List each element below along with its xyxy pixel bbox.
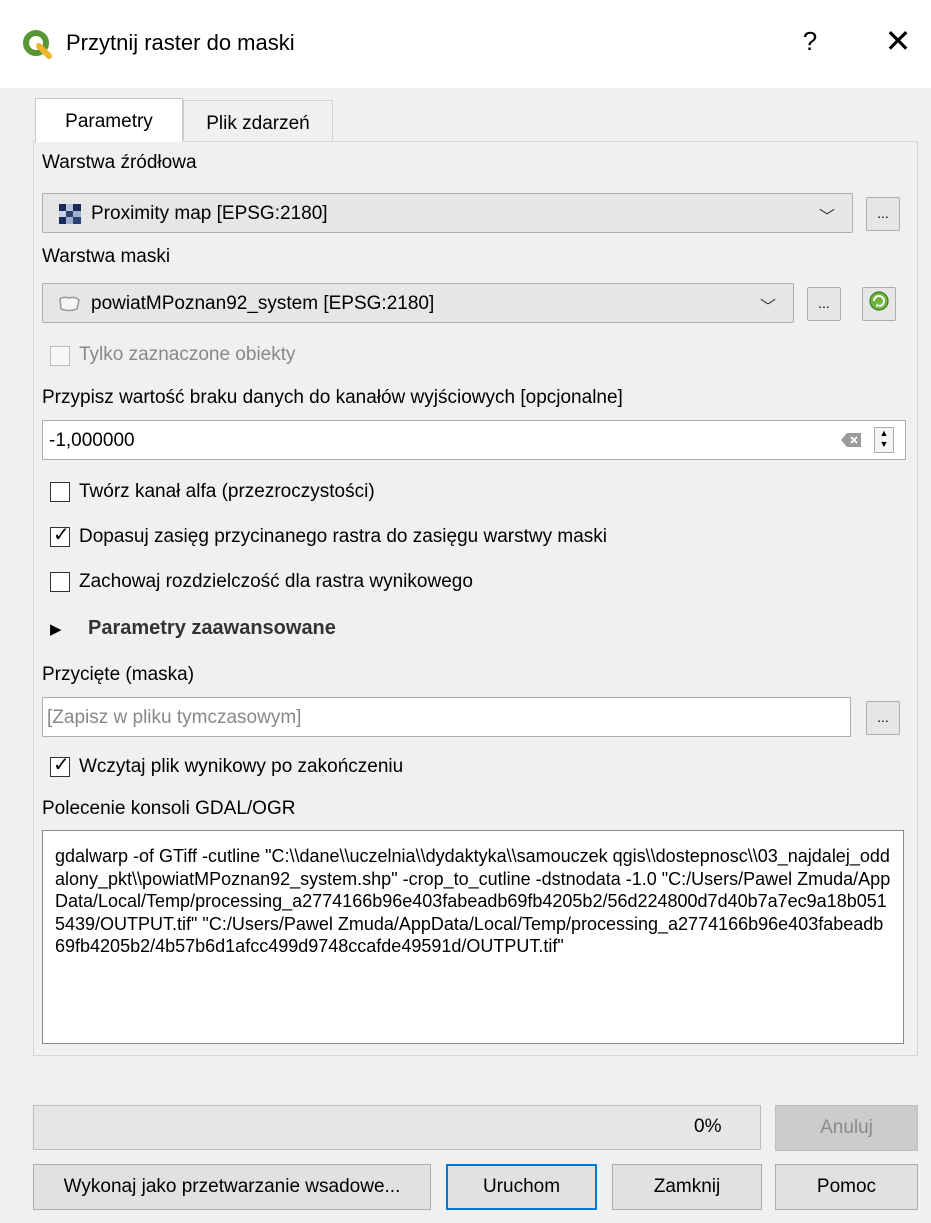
batch-process-button[interactable]: Wykonaj jako przetwarzanie wsadowe... — [33, 1164, 431, 1210]
raster-layer-icon — [59, 204, 81, 224]
expand-triangle-icon[interactable]: ▶ — [50, 620, 62, 638]
clear-value-icon[interactable] — [841, 433, 861, 447]
crop-to-cutline-checkbox[interactable]: ✓ — [50, 524, 70, 547]
help-button[interactable]: Pomoc — [775, 1164, 918, 1210]
open-output-label: Wczytaj plik wynikowy po zakończeniu — [79, 756, 404, 777]
progress-bar — [33, 1105, 761, 1150]
tab-parametry[interactable]: Parametry — [35, 98, 183, 142]
help-title-button[interactable]: ? — [790, 26, 830, 57]
close-window-button[interactable]: ✕ — [875, 22, 921, 60]
close-button[interactable]: Zamknij — [612, 1164, 762, 1210]
selected-only-checkbox[interactable] — [50, 346, 70, 366]
keep-resolution-label: Zachowaj rozdzielczość dla rastra wyniko… — [79, 571, 473, 592]
output-path-input[interactable]: [Zapisz w pliku tymczasowym] — [42, 697, 851, 737]
console-label: Polecenie konsoli GDAL/OGR — [42, 798, 296, 819]
nodata-label: Przypisz wartość braku danych do kanałów… — [42, 387, 623, 408]
mask-layer-combo[interactable]: powiatMPoznan92_system [EPSG:2180] ﹀ — [42, 283, 794, 323]
mask-layer-browse-button[interactable]: ... — [807, 287, 841, 321]
gdal-command-textarea[interactable]: gdalwarp -of GTiff -cutline "C:\\dane\\u… — [42, 830, 904, 1044]
nodata-value: -1,000000 — [49, 430, 135, 451]
output-label: Przycięte (maska) — [42, 664, 195, 685]
source-layer-value: Proximity map [EPSG:2180] — [91, 203, 328, 224]
chevron-down-icon: ﹀ — [819, 209, 836, 226]
keep-resolution-checkbox[interactable] — [50, 572, 70, 592]
tab-plik-zdarzen[interactable]: Plik zdarzeń — [183, 100, 333, 140]
source-layer-combo[interactable]: Proximity map [EPSG:2180] ﹀ — [42, 193, 853, 233]
polygon-layer-icon — [59, 296, 80, 312]
progress-text: 0% — [694, 1116, 722, 1137]
spin-down-icon[interactable]: ▼ — [875, 439, 893, 450]
source-layer-label: Warstwa źródłowa — [42, 152, 197, 173]
open-output-checkbox[interactable]: ✓ — [50, 754, 70, 777]
spin-up-icon[interactable]: ▲ — [875, 428, 893, 439]
alpha-band-checkbox[interactable] — [50, 482, 70, 502]
mask-layer-label: Warstwa maski — [42, 246, 171, 267]
run-button[interactable]: Uruchom — [446, 1164, 597, 1210]
selected-only-label: Tylko zaznaczone obiekty — [79, 344, 296, 365]
nodata-spinbox[interactable]: -1,000000 ▲ ▼ — [42, 420, 906, 460]
iterate-layer-button[interactable] — [862, 287, 896, 321]
chevron-down-icon: ﹀ — [760, 299, 777, 316]
spin-buttons[interactable]: ▲ ▼ — [874, 427, 894, 453]
mask-layer-value: powiatMPoznan92_system [EPSG:2180] — [91, 293, 435, 314]
alpha-band-label: Twórz kanał alfa (przezroczystości) — [79, 481, 375, 502]
output-browse-button[interactable]: ... — [866, 701, 900, 735]
qgis-logo-icon — [23, 30, 52, 59]
refresh-green-icon — [869, 291, 889, 311]
crop-to-cutline-label: Dopasuj zasięg przycinanego rastra do za… — [79, 526, 608, 547]
source-layer-browse-button[interactable]: ... — [866, 197, 900, 231]
checkmark-icon: ✓ — [53, 524, 70, 546]
advanced-parameters-toggle[interactable]: Parametry zaawansowane — [88, 617, 336, 640]
checkmark-icon: ✓ — [53, 754, 70, 776]
cancel-button[interactable]: Anuluj — [775, 1105, 918, 1151]
window-title: Przytnij raster do maski — [66, 30, 295, 55]
